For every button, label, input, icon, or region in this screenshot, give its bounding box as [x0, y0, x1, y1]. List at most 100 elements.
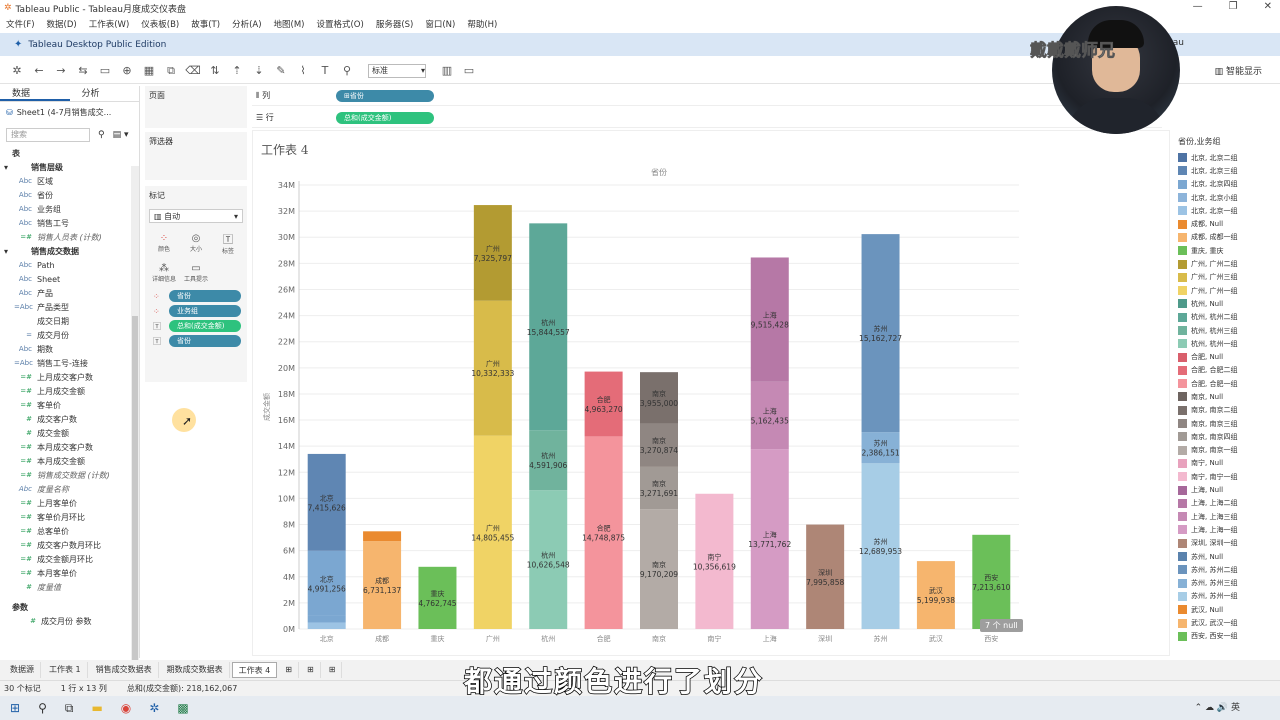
marks-pill[interactable]: 🅃 省份	[153, 335, 241, 347]
group-icon[interactable]: ⌇	[294, 62, 312, 80]
sheet-tab[interactable]: 工作表 4	[231, 662, 278, 678]
legend-item[interactable]: 苏州, 苏州一组	[1174, 590, 1278, 603]
sort-desc-icon[interactable]: ⇣	[250, 62, 268, 80]
pages-card[interactable]: 页面	[145, 86, 247, 128]
legend-item[interactable]: 武汉, 武汉一组	[1174, 616, 1278, 629]
field-item[interactable]: # 度量值	[0, 580, 132, 594]
sheet-tab[interactable]: 数据源	[4, 662, 41, 678]
rows-shelf[interactable]: ☰ 行 总和(成交金额)	[252, 108, 1162, 128]
minimize-icon[interactable]: —	[1193, 1, 1203, 12]
new-sheet-icon[interactable]: ⊞	[279, 662, 299, 678]
datasource-item[interactable]: ⛁ Sheet1 (4-7月销售成交...	[0, 102, 139, 122]
legend-item[interactable]: 武汉, Null	[1174, 603, 1278, 616]
save-icon[interactable]: ▭	[96, 62, 114, 80]
legend-item[interactable]: 成都, 成都一组	[1174, 231, 1278, 244]
expand-icon[interactable]: ▾	[4, 163, 8, 172]
legend-item[interactable]: 西安, 西安一组	[1174, 630, 1278, 643]
legend-item[interactable]: 北京, 北京三组	[1174, 164, 1278, 177]
close-icon[interactable]: ✕	[1264, 1, 1272, 12]
legend-item[interactable]: 广州, 广州二组	[1174, 257, 1278, 270]
tab-data[interactable]: 数据	[0, 86, 70, 101]
fit-select[interactable]: 标准 ▾	[368, 63, 426, 78]
field-item[interactable]: Abc 销售工号	[0, 216, 132, 230]
menu-item[interactable]: 分析(A)	[232, 18, 261, 30]
pin-icon[interactable]: ⚲	[338, 62, 356, 80]
legend-item[interactable]: 合肥, 合肥一组	[1174, 377, 1278, 390]
menu-item[interactable]: 文件(F)	[6, 18, 35, 30]
input-language[interactable]: 英	[1231, 703, 1240, 713]
size-button[interactable]: ◎ 大小	[181, 229, 211, 257]
null-badge[interactable]: 7 个 null	[980, 619, 1023, 632]
legend-item[interactable]: 合肥, 合肥二组	[1174, 364, 1278, 377]
legend-item[interactable]: 深圳, 深圳一组	[1174, 537, 1278, 550]
field-item[interactable]: =# 上月成交金额	[0, 384, 132, 398]
swap-icon[interactable]: ⇅	[206, 62, 224, 80]
view-options-icon[interactable]: ▤ ▾	[113, 130, 129, 140]
marks-pill[interactable]: ⁘ 省份	[153, 290, 241, 302]
legend-item[interactable]: 上海, 上海二组	[1174, 497, 1278, 510]
legend-item[interactable]: 杭州, Null	[1174, 297, 1278, 310]
field-item[interactable]: =# 成交金额月环比	[0, 552, 132, 566]
field-item[interactable]: =Abc 产品类型	[0, 300, 132, 314]
file-explorer-icon[interactable]: ▬	[91, 701, 102, 715]
rows-pill[interactable]: 总和(成交金额)	[336, 111, 434, 124]
field-item[interactable]: =# 本月成交金额	[0, 454, 132, 468]
duplicate-icon[interactable]: ⧉	[162, 62, 180, 80]
field-item[interactable]: Abc 区域	[0, 174, 132, 188]
marks-pill[interactable]: ⁘ 业务组	[153, 305, 241, 317]
field-item[interactable]: =# 本月成交客户数	[0, 440, 132, 454]
legend-item[interactable]: 南京, 南京三组	[1174, 417, 1278, 430]
field-item[interactable]: Abc 产品	[0, 286, 132, 300]
new-dashboard-icon[interactable]: ⊞	[301, 662, 321, 678]
legend-item[interactable]: 杭州, 杭州一组	[1174, 337, 1278, 350]
tooltip-button[interactable]: ▭ 工具提示	[181, 259, 211, 287]
sheet-tab[interactable]: 销售成交数据表	[90, 662, 159, 678]
scrollbar-thumb[interactable]	[132, 316, 138, 696]
menu-item[interactable]: 工作表(W)	[89, 18, 130, 30]
field-item[interactable]: =# 上月成交客户数	[0, 370, 132, 384]
legend-item[interactable]: 北京, 北京一组	[1174, 204, 1278, 217]
legend-item[interactable]: 上海, 上海一组	[1174, 523, 1278, 536]
legend-item[interactable]: 南宁, 南宁一组	[1174, 470, 1278, 483]
bar-chart[interactable]: 省份成交金额 0M 2M 4M 6M 8M 10M 12M 14M 16M 18M 20M 22M 24M…	[253, 131, 1169, 655]
field-item[interactable]: # 成交客户数	[0, 412, 132, 426]
field-item[interactable]: =# 成交客户数月环比	[0, 538, 132, 552]
field-item[interactable]: =# 总客单价	[0, 524, 132, 538]
legend-item[interactable]: 南京, Null	[1174, 390, 1278, 403]
field-item[interactable]: =# 本月客单价	[0, 566, 132, 580]
menu-item[interactable]: 设置格式(O)	[316, 18, 363, 30]
data-pane-scrollbar[interactable]	[131, 166, 139, 706]
legend-item[interactable]: 广州, 广州三组	[1174, 271, 1278, 284]
legend-item[interactable]: 北京, 北京四组	[1174, 178, 1278, 191]
clear-icon[interactable]: ⌫	[184, 62, 202, 80]
field-item[interactable]: =# 客单价月环比	[0, 510, 132, 524]
sheet-tab[interactable]: 工作表 1	[43, 662, 88, 678]
filters-card[interactable]: 筛选器	[145, 132, 247, 180]
field-item[interactable]: 成交日期	[0, 314, 132, 328]
field-item[interactable]: =# 销售人员表 (计数)	[0, 230, 132, 244]
menu-item[interactable]: 帮助(H)	[467, 18, 497, 30]
search-icon[interactable]: ⚲	[38, 701, 47, 715]
field-group[interactable]: ▾ 销售层级	[0, 160, 132, 174]
menu-item[interactable]: 服务器(S)	[376, 18, 414, 30]
field-item[interactable]: Abc 度量名称	[0, 482, 132, 496]
sheet-tab[interactable]: 期数成交数据表	[161, 662, 230, 678]
field-item[interactable]: Abc Sheet	[0, 272, 132, 286]
add-datasource-icon[interactable]: ⊕	[118, 62, 136, 80]
legend-item[interactable]: 苏州, 苏州三组	[1174, 577, 1278, 590]
menu-item[interactable]: 仪表板(B)	[141, 18, 179, 30]
legend-item[interactable]: 北京, 北京二组	[1174, 151, 1278, 164]
field-item[interactable]: # 成交金额	[0, 426, 132, 440]
maximize-icon[interactable]: ❐	[1229, 1, 1238, 12]
redo-icon[interactable]: →	[52, 62, 70, 80]
color-button[interactable]: ⁘ 颜色	[149, 229, 179, 257]
field-item[interactable]: Abc 省份	[0, 188, 132, 202]
field-item[interactable]: =# 销售成交数据 (计数)	[0, 468, 132, 482]
legend-item[interactable]: 南京, 南京二组	[1174, 404, 1278, 417]
excel-icon[interactable]: ▩	[177, 701, 188, 715]
undo-icon[interactable]: ←	[30, 62, 48, 80]
legend-item[interactable]: 苏州, 苏州二组	[1174, 563, 1278, 576]
label-icon[interactable]: T	[316, 62, 334, 80]
legend-item[interactable]: 南京, 南京四组	[1174, 430, 1278, 443]
sort-asc-icon[interactable]: ⇡	[228, 62, 246, 80]
